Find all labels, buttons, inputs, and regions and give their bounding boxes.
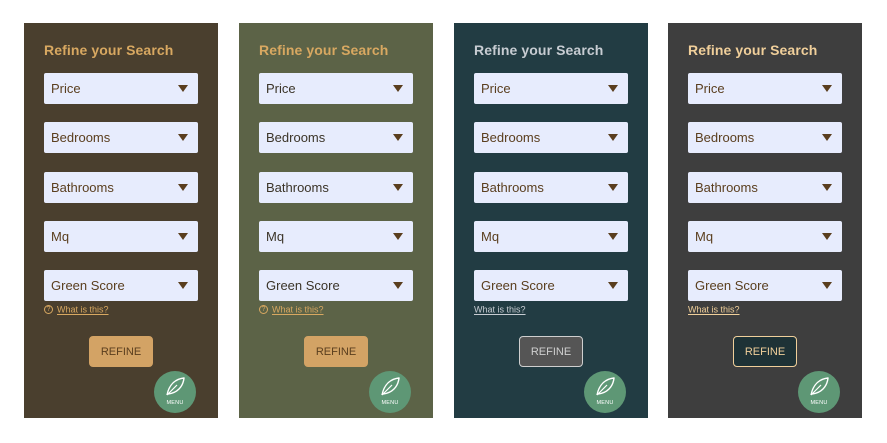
question-circle-icon: ? xyxy=(259,305,268,315)
bathrooms-select[interactable]: Bathrooms xyxy=(44,172,198,203)
select-label: Price xyxy=(695,81,725,96)
leaf-icon xyxy=(810,377,829,396)
help-row: What is this? xyxy=(688,304,740,317)
price-select[interactable]: Price xyxy=(259,73,413,104)
bedrooms-select[interactable]: Bedrooms xyxy=(688,122,842,153)
select-label: Price xyxy=(51,81,81,96)
caret-down-icon xyxy=(608,134,618,141)
caret-down-icon xyxy=(393,233,403,240)
what-is-this-link[interactable]: What is this? xyxy=(272,305,324,315)
price-select[interactable]: Price xyxy=(688,73,842,104)
caret-down-icon xyxy=(608,233,618,240)
caret-down-icon xyxy=(393,184,403,191)
price-select[interactable]: Price xyxy=(474,73,628,104)
menu-button[interactable]: MENU xyxy=(584,371,626,413)
leaf-icon xyxy=(381,377,400,396)
menu-button[interactable]: MENU xyxy=(369,371,411,413)
select-label: Mq xyxy=(695,229,714,244)
caret-down-icon xyxy=(178,282,188,289)
select-label: Bathrooms xyxy=(695,180,758,195)
caret-down-icon xyxy=(822,184,832,191)
refine-button[interactable]: REFINE xyxy=(304,336,368,367)
mq-select[interactable]: Mq xyxy=(688,221,842,252)
refine-button[interactable]: REFINE xyxy=(733,336,797,367)
caret-down-icon xyxy=(608,85,618,92)
caret-down-icon xyxy=(822,85,832,92)
refine-button[interactable]: REFINE xyxy=(519,336,583,367)
menu-button[interactable]: MENU xyxy=(798,371,840,413)
green-score-select[interactable]: Green Score xyxy=(688,270,842,301)
bedrooms-select[interactable]: Bedrooms xyxy=(259,122,413,153)
select-label: Green Score xyxy=(51,278,125,293)
bathrooms-select[interactable]: Bathrooms xyxy=(259,172,413,203)
menu-label: MENU xyxy=(166,400,184,406)
bedrooms-select[interactable]: Bedrooms xyxy=(44,122,198,153)
select-label: Mq xyxy=(481,229,500,244)
green-score-select[interactable]: Green Score xyxy=(474,270,628,301)
caret-down-icon xyxy=(393,134,403,141)
what-is-this-link[interactable]: What is this? xyxy=(57,305,109,315)
panel-title: Refine your Search xyxy=(474,42,604,58)
select-label: Price xyxy=(266,81,296,96)
what-is-this-link[interactable]: What is this? xyxy=(474,305,526,315)
menu-label: MENU xyxy=(381,400,399,406)
panel-title: Refine your Search xyxy=(688,42,818,58)
refine-button[interactable]: REFINE xyxy=(89,336,153,367)
menu-label: MENU xyxy=(810,400,828,406)
select-label: Bathrooms xyxy=(51,180,114,195)
caret-down-icon xyxy=(608,282,618,289)
caret-down-icon xyxy=(822,233,832,240)
select-label: Bedrooms xyxy=(695,130,755,145)
bathrooms-select[interactable]: Bathrooms xyxy=(474,172,628,203)
select-label: Mq xyxy=(266,229,285,244)
refine-panel: Refine your Search Price Bedrooms Bathrooms… xyxy=(24,23,218,418)
what-is-this-link[interactable]: What is this? xyxy=(688,305,740,315)
question-circle-icon: ? xyxy=(44,305,53,315)
price-select[interactable]: Price xyxy=(44,73,198,104)
caret-down-icon xyxy=(178,233,188,240)
mq-select[interactable]: Mq xyxy=(259,221,413,252)
bathrooms-select[interactable]: Bathrooms xyxy=(688,172,842,203)
mq-select[interactable]: Mq xyxy=(474,221,628,252)
green-score-select[interactable]: Green Score xyxy=(259,270,413,301)
leaf-icon xyxy=(596,377,615,396)
refine-panel: Refine your Search Price Bedrooms Bathrooms… xyxy=(454,23,648,418)
caret-down-icon xyxy=(393,282,403,289)
select-label: Bedrooms xyxy=(266,130,326,145)
panel-title: Refine your Search xyxy=(259,42,389,58)
leaf-icon xyxy=(166,377,185,396)
menu-button[interactable]: MENU xyxy=(154,371,196,413)
select-label: Green Score xyxy=(695,278,769,293)
menu-label: MENU xyxy=(596,400,614,406)
green-score-select[interactable]: Green Score xyxy=(44,270,198,301)
bedrooms-select[interactable]: Bedrooms xyxy=(474,122,628,153)
help-row: What is this? xyxy=(474,304,526,317)
help-row: ? What is this? xyxy=(259,304,324,317)
caret-down-icon xyxy=(608,184,618,191)
refine-panel: Refine your Search Price Bedrooms Bathrooms… xyxy=(668,23,862,418)
select-label: Green Score xyxy=(266,278,340,293)
select-label: Mq xyxy=(51,229,70,244)
refine-panel: Refine your Search Price Bedrooms Bathrooms… xyxy=(239,23,433,418)
caret-down-icon xyxy=(178,85,188,92)
caret-down-icon xyxy=(822,282,832,289)
caret-down-icon xyxy=(178,184,188,191)
select-label: Bathrooms xyxy=(481,180,544,195)
select-label: Bedrooms xyxy=(51,130,111,145)
select-label: Bedrooms xyxy=(481,130,541,145)
panel-title: Refine your Search xyxy=(44,42,174,58)
select-label: Bathrooms xyxy=(266,180,329,195)
select-label: Green Score xyxy=(481,278,555,293)
select-label: Price xyxy=(481,81,511,96)
caret-down-icon xyxy=(178,134,188,141)
mq-select[interactable]: Mq xyxy=(44,221,198,252)
caret-down-icon xyxy=(393,85,403,92)
caret-down-icon xyxy=(822,134,832,141)
help-row: ? What is this? xyxy=(44,304,109,317)
